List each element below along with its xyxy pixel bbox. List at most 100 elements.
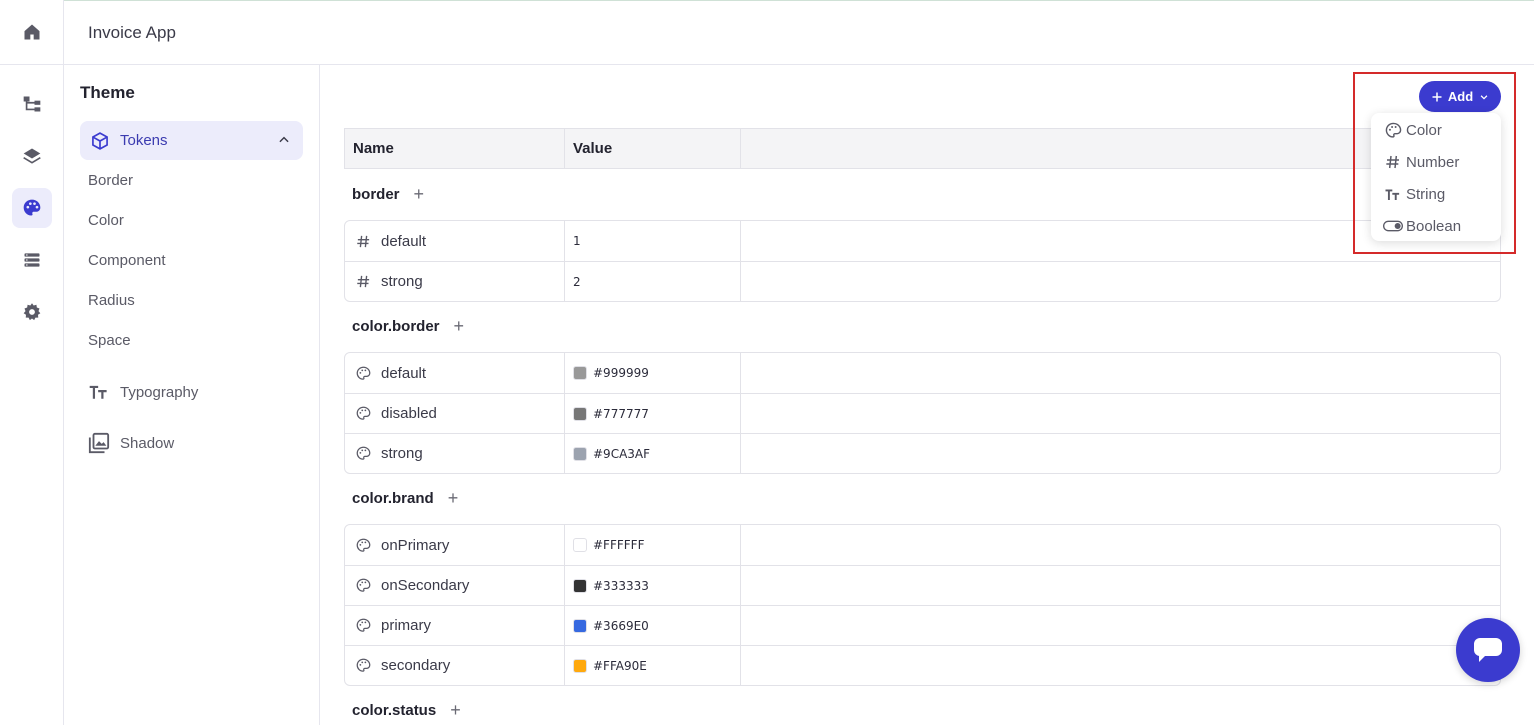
palette-icon — [23, 199, 41, 216]
menu-item-label: Boolean — [1406, 217, 1462, 235]
token-name: default — [381, 364, 427, 382]
hash-icon — [355, 233, 371, 249]
menu-item-label: Color — [1406, 121, 1442, 139]
sidebar-group-tokens[interactable]: Tokens — [80, 121, 303, 160]
hash-icon — [1383, 152, 1403, 172]
add-button-label: Add — [1447, 89, 1474, 104]
token-name: secondary — [381, 657, 451, 674]
token-name: onSecondary — [381, 577, 470, 594]
table-row[interactable]: disabled #777777 — [345, 393, 1500, 433]
sidebar-item-component[interactable]: Component — [88, 252, 166, 269]
add-token-color-border-button[interactable]: + — [454, 317, 465, 335]
palette-icon — [355, 537, 371, 553]
rail-list-button[interactable] — [12, 240, 52, 280]
table-row[interactable]: secondary #FFA90E — [345, 645, 1500, 685]
token-value: 1 — [573, 234, 581, 248]
rail-divider — [0, 64, 64, 65]
add-token-color-status-button[interactable]: + — [450, 701, 461, 719]
token-value: #FFFFFF — [593, 538, 645, 552]
sidebar-title: Theme — [80, 83, 135, 102]
chat-launcher-button[interactable] — [1456, 618, 1520, 682]
chevron-up-icon[interactable] — [277, 133, 291, 147]
sidebar-group-label: Tokens — [120, 132, 168, 149]
table-header: Name Value — [344, 128, 1501, 169]
color-swatch — [573, 578, 587, 593]
hierarchy-icon — [23, 96, 41, 112]
menu-item-color[interactable]: Color — [1383, 120, 1442, 140]
token-value: #777777 — [593, 406, 649, 421]
group-title-text: border — [352, 185, 400, 203]
list-icon — [24, 253, 40, 267]
app-header: Invoice App — [64, 0, 1534, 65]
cube-icon — [92, 131, 108, 150]
token-value: 2 — [573, 274, 581, 289]
menu-item-string[interactable]: String — [1383, 184, 1445, 204]
sidebar-category-label: Shadow — [120, 434, 175, 452]
table-row[interactable]: primary #3669E0 — [345, 605, 1500, 645]
sidebar-item-border[interactable]: Border — [88, 172, 133, 189]
token-value: #9CA3AF — [593, 446, 651, 461]
sidebar-item-color[interactable]: Color — [88, 212, 124, 229]
image-stack-icon — [88, 432, 110, 454]
table-row[interactable]: onSecondary #333333 — [345, 565, 1500, 605]
token-value: #999999 — [593, 366, 649, 380]
plus-icon — [1432, 92, 1442, 101]
palette-icon — [355, 446, 371, 462]
sidebar-item-space[interactable]: Space — [88, 332, 131, 349]
color-swatch — [573, 446, 587, 461]
menu-item-label: Number — [1406, 153, 1460, 171]
color-swatch — [573, 658, 587, 673]
group-title-color-border: color.border + — [352, 317, 464, 335]
token-value: #3669E0 — [593, 618, 649, 633]
add-button[interactable]: Add — [1419, 81, 1501, 112]
rail-layers-button[interactable] — [12, 136, 52, 176]
color-swatch — [573, 618, 587, 633]
rail-home-button[interactable] — [12, 12, 52, 52]
rail-settings-button[interactable] — [12, 292, 52, 332]
menu-item-number[interactable]: Number — [1383, 152, 1459, 172]
table-row[interactable]: strong 2 — [345, 261, 1500, 301]
token-name: strong — [381, 273, 423, 290]
group-color-border: default #999999 disabled #777777 strong … — [344, 352, 1501, 474]
group-title-border: border + — [352, 185, 424, 203]
typography-icon — [1383, 184, 1403, 204]
group-title-text: color.border — [352, 317, 440, 335]
token-value: #333333 — [593, 578, 649, 593]
hash-icon — [355, 274, 371, 290]
add-token-border-button[interactable]: + — [414, 185, 425, 203]
sidebar-item-typography[interactable]: Typography — [88, 382, 198, 402]
table-row[interactable]: default #999999 — [345, 353, 1500, 393]
palette-icon — [355, 578, 371, 594]
table-row[interactable]: onPrimary #FFFFFF — [345, 525, 1500, 565]
color-swatch — [573, 406, 587, 421]
menu-item-label: String — [1406, 185, 1446, 203]
add-dropdown-menu: Color Number String Boolean — [1371, 113, 1501, 241]
token-name: strong — [381, 445, 423, 462]
chat-icon — [1474, 638, 1502, 662]
sidebar-item-shadow[interactable]: Shadow — [88, 432, 174, 454]
table-row[interactable]: default 1 — [345, 221, 1500, 261]
tokens-main: Name Value border + default 1 strong 2 c… — [320, 65, 1534, 725]
palette-icon — [355, 658, 371, 674]
toggle-icon — [1383, 216, 1403, 236]
home-icon — [24, 24, 40, 40]
token-name: default — [381, 232, 427, 250]
group-color-brand: onPrimary #FFFFFF onSecondary #333333 pr… — [344, 524, 1501, 686]
palette-icon — [355, 365, 371, 381]
rail-hierarchy-button[interactable] — [12, 84, 52, 124]
sidebar-item-radius[interactable]: Radius — [88, 292, 135, 309]
sidebar-category-label: Typography — [120, 383, 199, 401]
group-title-color-brand: color.brand + — [352, 489, 458, 507]
menu-item-boolean[interactable]: Boolean — [1383, 216, 1461, 236]
layers-icon — [23, 148, 41, 164]
gear-icon — [23, 303, 41, 321]
palette-icon — [1383, 120, 1403, 140]
color-swatch — [573, 366, 587, 380]
group-border: default 1 strong 2 — [344, 220, 1501, 302]
color-swatch — [573, 538, 587, 552]
table-row[interactable]: strong #9CA3AF — [345, 433, 1500, 473]
icon-rail — [0, 0, 64, 725]
add-token-color-brand-button[interactable]: + — [448, 489, 459, 507]
rail-theme-button[interactable] — [12, 188, 52, 228]
group-title-text: color.brand — [352, 489, 434, 507]
